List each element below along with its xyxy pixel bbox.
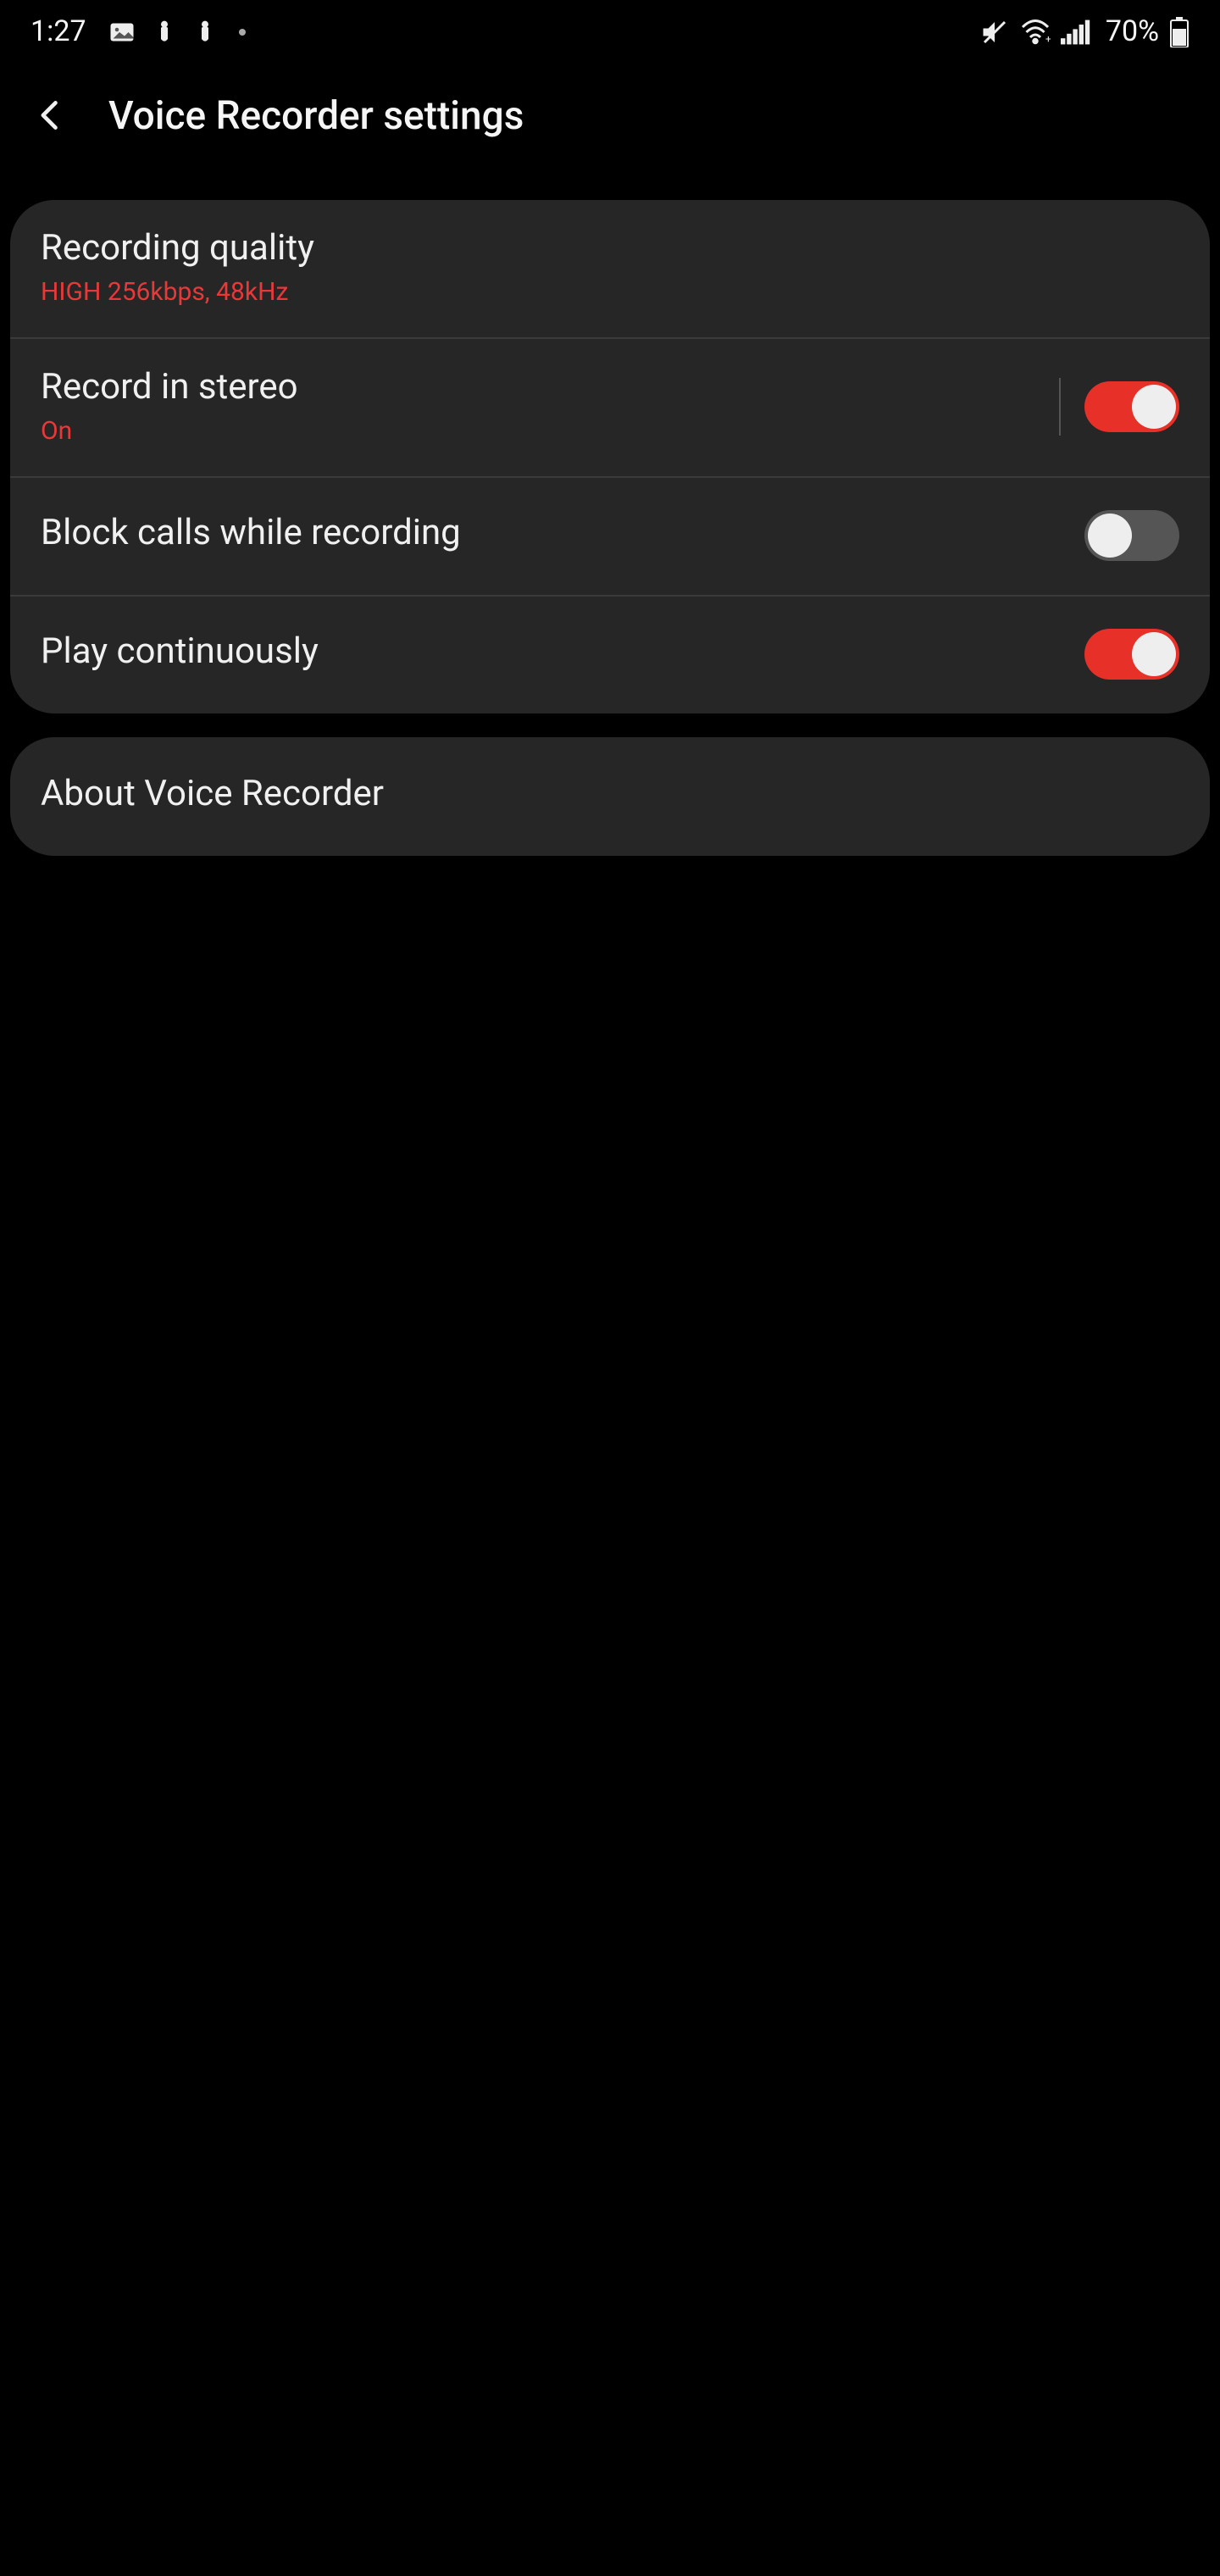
- svg-text:+: +: [1046, 33, 1051, 45]
- record-stereo-toggle[interactable]: [1084, 381, 1179, 432]
- recording-quality-row[interactable]: Recording quality HIGH 256kbps, 48kHz: [10, 200, 1210, 337]
- mute-icon: [980, 17, 1011, 47]
- battery-percent: 70%: [1106, 15, 1159, 49]
- play-continuously-row[interactable]: Play continuously: [10, 594, 1210, 713]
- toggle-separator: [1059, 378, 1061, 436]
- settings-card: Recording quality HIGH 256kbps, 48kHz Re…: [10, 200, 1210, 713]
- gallery-icon: [107, 17, 137, 47]
- status-bar: 1:27: [0, 0, 1220, 64]
- recording-quality-title: Recording quality: [41, 227, 314, 274]
- page-header: Voice Recorder settings: [0, 64, 1220, 166]
- record-stereo-row[interactable]: Record in stereo On: [10, 337, 1210, 476]
- back-button[interactable]: [24, 88, 78, 142]
- record-stereo-status: On: [41, 415, 298, 448]
- signal-icon: [1062, 19, 1092, 46]
- status-left: 1:27: [30, 15, 246, 49]
- status-time: 1:27: [30, 15, 86, 49]
- play-continuously-toggle[interactable]: [1084, 629, 1179, 680]
- block-calls-title: Block calls while recording: [41, 513, 461, 559]
- about-title: About Voice Recorder: [41, 773, 384, 819]
- battery-icon: [1169, 17, 1190, 47]
- block-calls-toggle[interactable]: [1084, 510, 1179, 561]
- recording-quality-value: HIGH 256kbps, 48kHz: [41, 277, 314, 310]
- wifi-icon: +: [1021, 17, 1051, 47]
- page-title: Voice Recorder settings: [108, 92, 524, 138]
- notification-icon: [151, 19, 178, 46]
- about-card: About Voice Recorder: [10, 736, 1210, 855]
- record-stereo-title: Record in stereo: [41, 366, 298, 413]
- status-right: + 70%: [980, 15, 1190, 49]
- play-continuously-title: Play continuously: [41, 631, 319, 678]
- block-calls-row[interactable]: Block calls while recording: [10, 475, 1210, 594]
- notification-icon-2: [191, 19, 219, 46]
- more-notifications-icon: [239, 29, 246, 36]
- about-row[interactable]: About Voice Recorder: [10, 736, 1210, 855]
